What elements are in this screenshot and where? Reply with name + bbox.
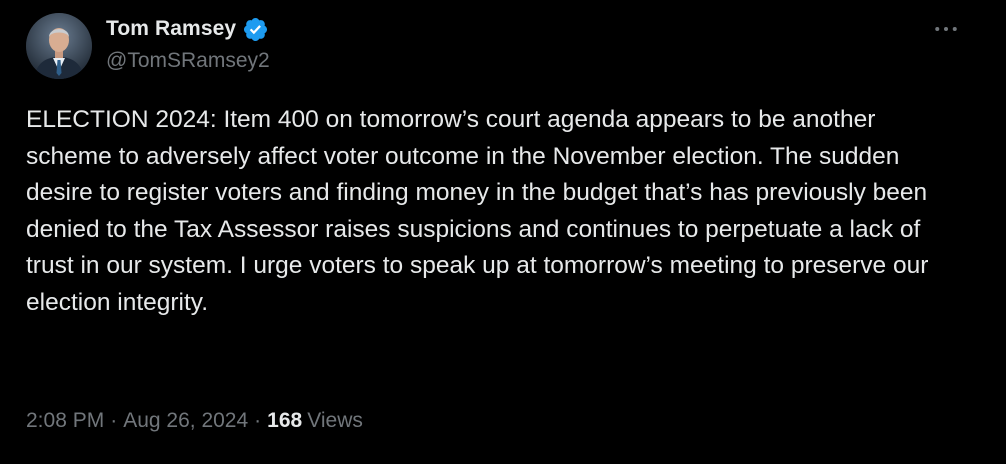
more-horizontal-icon: [935, 27, 957, 31]
author-display-name[interactable]: Tom Ramsey: [106, 17, 236, 41]
meta-separator: ·: [110, 409, 118, 432]
verified-badge-icon[interactable]: [242, 16, 269, 43]
profile-photo: [26, 13, 92, 79]
tweet-date[interactable]: Aug 26, 2024: [123, 409, 248, 433]
more-options-button[interactable]: [924, 14, 968, 44]
meta-separator: ·: [254, 409, 262, 432]
tweet-text: ELECTION 2024: Item 400 on tomorrow’s co…: [26, 106, 929, 316]
tweet-card: Tom Ramsey @TomSRamsey2 ELECTION 2024: I…: [0, 0, 1006, 464]
tweet-meta: 2:08 PM · Aug 26, 2024 · 168 Views: [26, 405, 363, 437]
avatar[interactable]: [26, 13, 92, 79]
author-row: Tom Ramsey: [106, 14, 269, 44]
tweet-time[interactable]: 2:08 PM: [26, 409, 104, 433]
author-handle[interactable]: @TomSRamsey2: [106, 49, 270, 73]
views-label: Views: [307, 409, 363, 432]
views-count: 168: [267, 409, 303, 432]
